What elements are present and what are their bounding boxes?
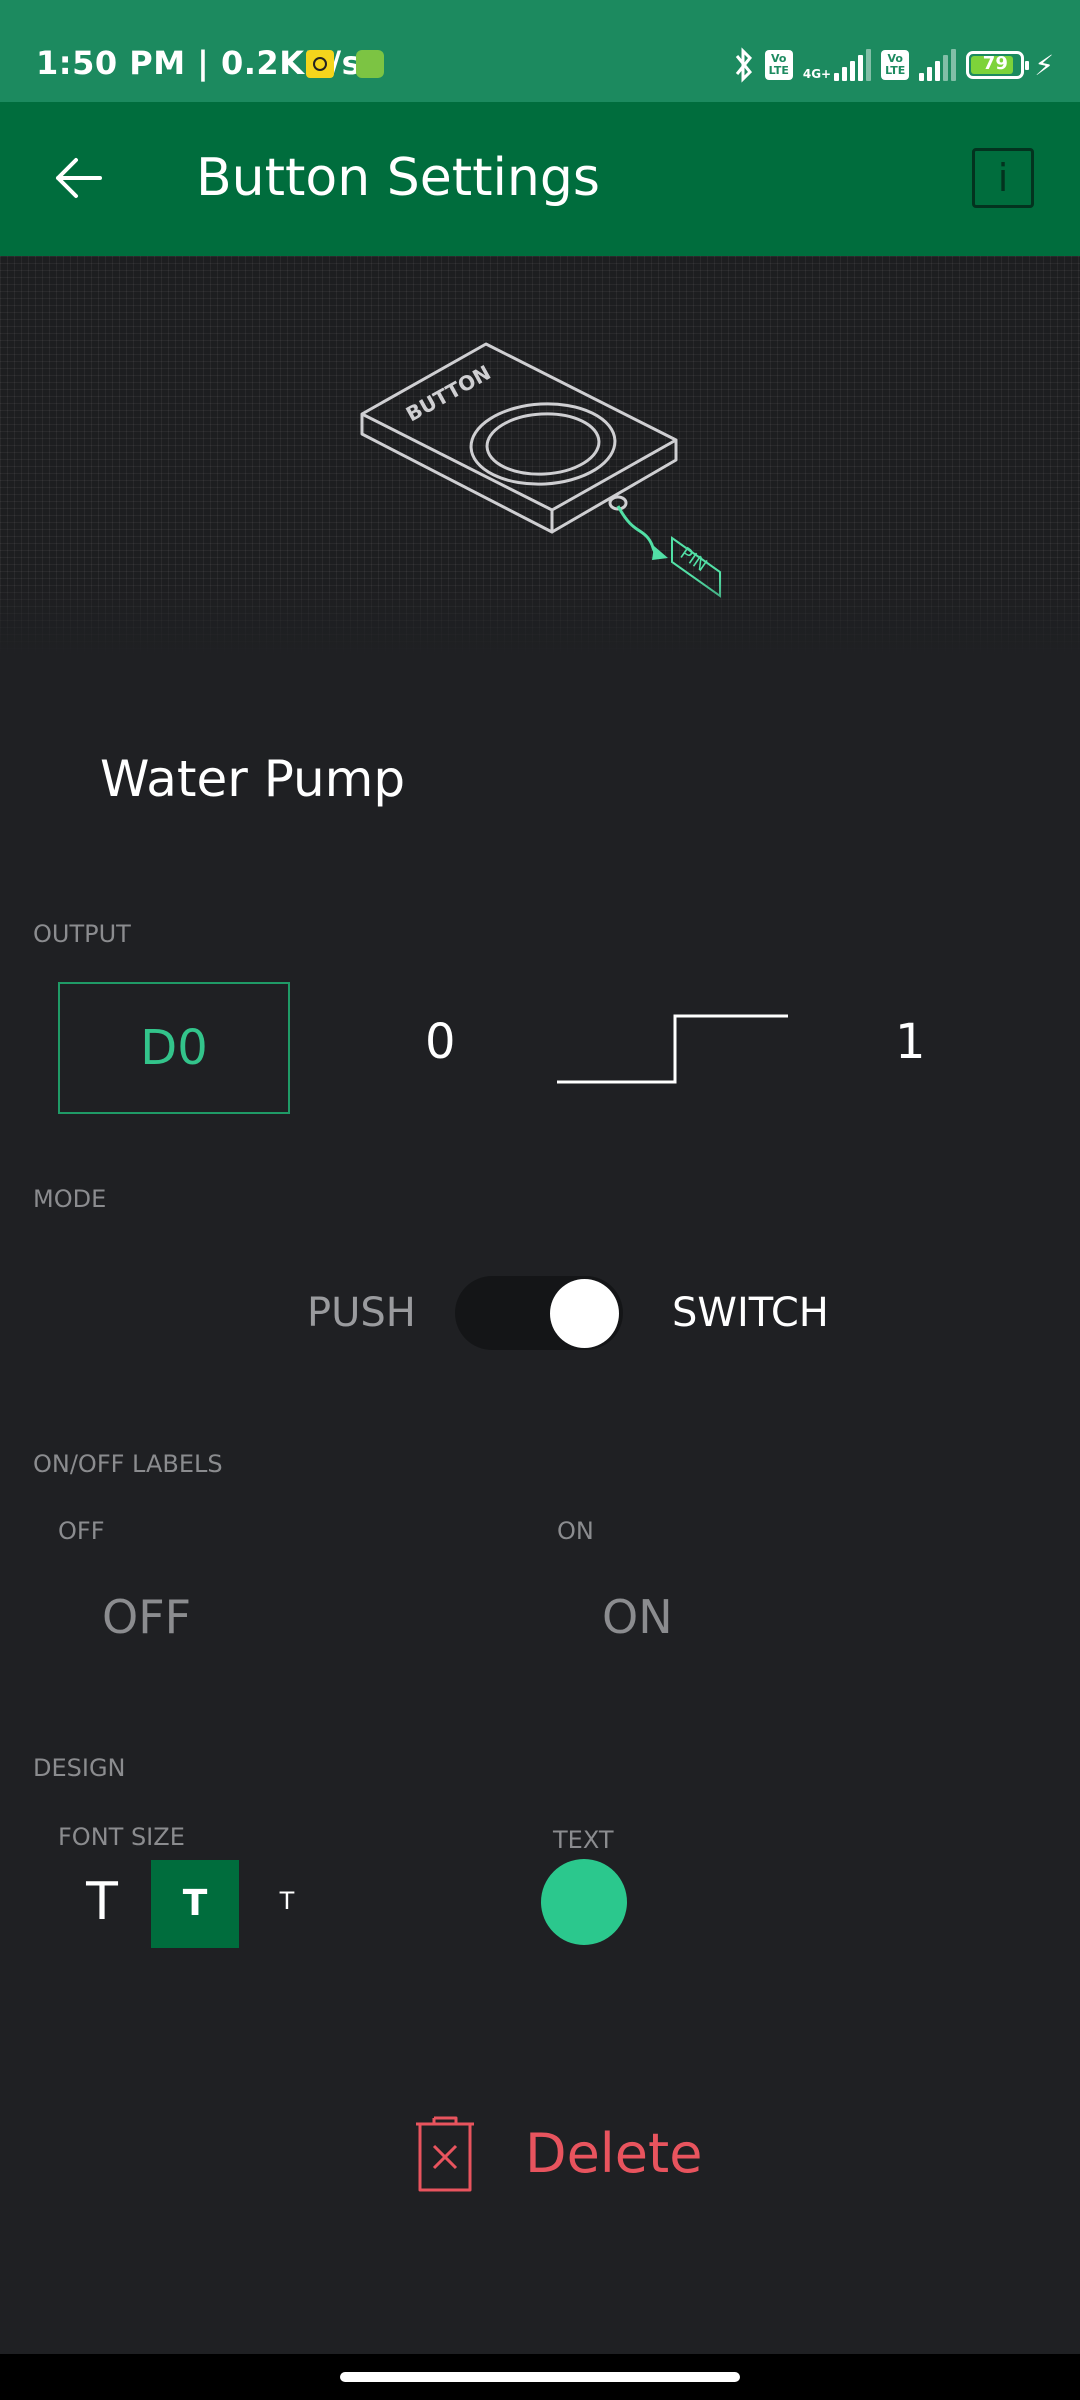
text-color-label: TEXT <box>553 1826 614 1854</box>
delete-button[interactable]: Delete <box>410 2110 702 2198</box>
delete-label: Delete <box>525 2122 703 2185</box>
on-label-input[interactable]: ON <box>602 1590 673 1644</box>
off-caption: OFF <box>58 1517 105 1545</box>
mode-section-label: MODE <box>33 1185 107 1213</box>
trash-icon <box>416 2116 474 2192</box>
text-color-swatch[interactable] <box>541 1859 627 1945</box>
charging-icon: ⚡ <box>1034 48 1054 82</box>
pin-select-button[interactable]: D0 <box>58 982 290 1114</box>
font-size-small-button[interactable]: T <box>272 1886 302 1916</box>
info-icon[interactable]: i <box>972 148 1034 208</box>
design-section-label: DESIGN <box>33 1754 126 1782</box>
off-label-input[interactable]: OFF <box>102 1590 191 1644</box>
output-section-label: OUTPUT <box>33 920 131 948</box>
output-high-value[interactable]: 1 <box>895 1014 926 1070</box>
volte-badge-2: Vo LTE <box>881 50 910 80</box>
font-size-large-button[interactable]: T <box>82 1870 122 1934</box>
back-arrow-icon[interactable] <box>40 136 112 220</box>
pin-label: PIN <box>676 544 710 576</box>
status-icons: Vo LTE 4G+ Vo LTE 79 ⚡ <box>733 40 1054 90</box>
mode-toggle-knob[interactable] <box>550 1279 619 1348</box>
output-step-graph <box>557 1014 788 1084</box>
on-caption: ON <box>557 1517 594 1545</box>
device-top-face <box>360 342 678 512</box>
volte-badge: Vo LTE <box>764 50 793 80</box>
device-right-side <box>551 440 678 534</box>
network-type-label: 4G+ <box>802 67 832 81</box>
bluetooth-icon <box>735 47 752 83</box>
switch-mode-label[interactable]: SWITCH <box>672 1290 829 1336</box>
signal-strength-1: 4G+ <box>802 49 872 81</box>
home-gesture-pill[interactable] <box>340 2372 740 2382</box>
android-notification-icon <box>356 50 384 78</box>
hero-fade <box>0 576 1080 656</box>
page-title: Button Settings <box>196 148 600 208</box>
device-label: BUTTON <box>402 360 495 426</box>
font-size-medium-button[interactable]: T <box>151 1860 239 1948</box>
battery-level: 79 <box>982 53 1008 74</box>
battery-icon: 79 <box>966 51 1030 79</box>
notification-app-icon <box>306 50 334 78</box>
signal-bars-icon-2 <box>919 49 957 81</box>
widget-name-field[interactable]: Water Pump <box>100 750 405 808</box>
push-mode-label[interactable]: PUSH <box>307 1290 416 1336</box>
signal-bars-icon <box>834 49 872 81</box>
button-inner-ring <box>485 412 601 476</box>
output-low-value[interactable]: 0 <box>425 1014 456 1070</box>
wire-arrow <box>652 546 668 560</box>
onoff-section-label: ON/OFF LABELS <box>33 1450 223 1478</box>
font-size-label: FONT SIZE <box>58 1823 185 1851</box>
